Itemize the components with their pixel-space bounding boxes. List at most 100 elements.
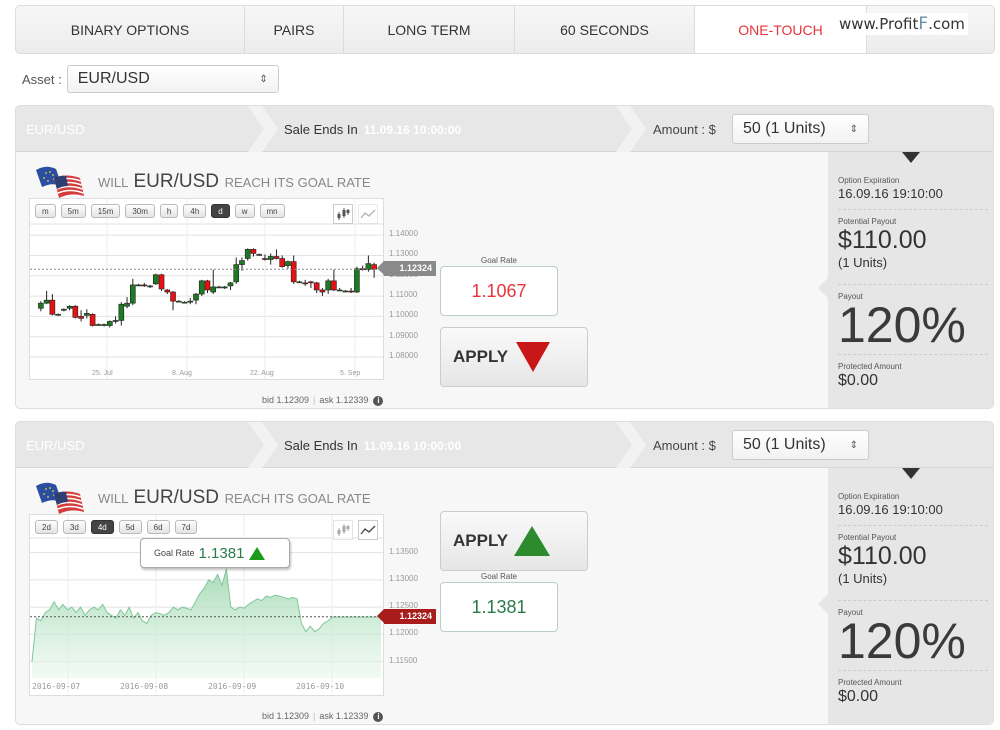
- title-text: WILL EUR/USD REACH ITS GOAL RATE: [98, 487, 371, 509]
- protected-amount-label: Protected Amount: [838, 362, 902, 371]
- ask-value: ask 1.12339: [319, 395, 369, 405]
- timeframe-6d[interactable]: 6d: [146, 520, 170, 534]
- candle-body: [107, 321, 113, 326]
- timeframe-w[interactable]: w: [234, 204, 255, 218]
- chevron-right-icon: [616, 422, 646, 468]
- x-tick-label: 8. Aug: [172, 370, 192, 377]
- chart-area[interactable]: 2016-09-07 2016-09-08 2016-09-09 2016-09-10…: [29, 514, 384, 696]
- candle-body: [279, 258, 285, 267]
- amount-select-value: 50 (1 Units): [743, 120, 826, 137]
- select-arrows-icon: ⇕: [259, 73, 268, 85]
- candle-body: [267, 256, 274, 260]
- y-tick-label: 1.13500: [389, 546, 418, 556]
- x-tick-label: 25. Jul: [92, 370, 113, 377]
- arrow-up-icon: [249, 546, 266, 560]
- goal-rate-label: Goal Rate: [480, 572, 518, 581]
- ask-value: ask 1.12339: [319, 711, 369, 721]
- sale-ends-time: 11.09.16 10:00:00: [363, 123, 462, 137]
- chart-area[interactable]: 25. Jul 8. Aug 22. Aug 5. Sep m 5m 15m 30m h 4h d…: [29, 198, 384, 380]
- bid-value: bid 1.12309: [262, 711, 310, 721]
- asset-select-value: EUR/USD: [77, 70, 150, 87]
- title-will: WILL: [98, 175, 128, 190]
- candle-body: [216, 286, 222, 289]
- potential-payout-value: $110.00: [838, 542, 927, 570]
- sale-ends-label: Sale Ends In: [284, 438, 358, 453]
- y-tick-label: 1.11000: [389, 290, 418, 300]
- candle-body: [38, 302, 44, 309]
- option-panel: EUR/USD Sale Ends In 11.09.16 10:00:00 Am…: [15, 421, 994, 725]
- line-chart-icon: [360, 209, 376, 219]
- title-pair: EUR/USD: [133, 171, 219, 192]
- timeframe-5d[interactable]: 5d: [118, 520, 142, 534]
- candle-body: [302, 282, 308, 285]
- timeframe-h[interactable]: h: [159, 204, 179, 218]
- y-tick-label: 1.10000: [389, 310, 418, 320]
- candle-body: [227, 282, 234, 287]
- timeframe-4d[interactable]: 4d: [90, 520, 114, 534]
- candle-body: [273, 256, 280, 259]
- candle-body: [135, 284, 142, 287]
- candle-body: [89, 314, 96, 326]
- payout-percent: 120%: [838, 297, 966, 353]
- tab-long-term[interactable]: LONG TERM: [344, 6, 515, 53]
- line-type-button[interactable]: [358, 520, 378, 540]
- arrow-down-icon: [516, 342, 551, 372]
- timeframe-mn[interactable]: mn: [259, 204, 285, 218]
- timeframe-30m[interactable]: 30m: [125, 204, 155, 218]
- info-icon[interactable]: i: [373, 712, 384, 722]
- title-rest: REACH ITS GOAL RATE: [224, 175, 371, 190]
- tab-pairs[interactable]: PAIRS: [245, 6, 344, 53]
- timeframe-7d[interactable]: 7d: [174, 520, 198, 534]
- chevron-right-icon: [248, 106, 278, 152]
- amount-select[interactable]: 50 (1 Units) ⇕: [732, 430, 869, 460]
- potential-payout-value: $110.00: [838, 226, 927, 254]
- watermark-f: F: [918, 14, 929, 34]
- expiration-label: Option Expiration: [838, 176, 900, 185]
- tab-binary-options[interactable]: BINARY OPTIONS: [16, 6, 245, 53]
- apply-button[interactable]: APPLY: [440, 327, 588, 387]
- line-type-button[interactable]: [358, 204, 378, 224]
- title-rest: REACH ITS GOAL RATE: [224, 491, 371, 506]
- timeframe-3d[interactable]: 3d: [62, 520, 86, 534]
- protected-amount-label: Protected Amount: [838, 678, 902, 687]
- apply-label: APPLY: [453, 347, 509, 366]
- timeframe-15m[interactable]: 15m: [90, 204, 121, 218]
- candle-body: [147, 285, 153, 288]
- goal-popup-value: 1.1381: [198, 544, 245, 562]
- notch-pointer: [818, 594, 828, 614]
- amount-select[interactable]: 50 (1 Units) ⇕: [732, 114, 869, 144]
- candle-body: [61, 308, 67, 311]
- payout-percent: 120%: [838, 613, 966, 669]
- candlestick-type-button[interactable]: [333, 204, 353, 224]
- bid-ask: bid 1.12309 | ask 1.12339 i: [262, 395, 384, 406]
- y-axis: 1.13500 1.13000 1.12500 1.12000 1.11500: [389, 514, 439, 699]
- candle-body: [141, 284, 148, 287]
- apply-button[interactable]: APPLY: [440, 511, 588, 571]
- candle-body: [124, 302, 130, 307]
- candle-body: [164, 289, 171, 293]
- info-icon[interactable]: i: [373, 396, 384, 406]
- candlestick-icon: [337, 208, 350, 220]
- header-asset: EUR/USD: [26, 438, 85, 453]
- candlestick-type-button[interactable]: [333, 520, 353, 540]
- x-tick-label: 2016-09-10: [296, 682, 344, 691]
- candle-body: [158, 274, 165, 290]
- timeframe-buttons: m 5m 15m 30m h 4h d w mn: [35, 204, 285, 218]
- panel-header: EUR/USD Sale Ends In 11.09.16 10:00:00 Am…: [16, 422, 993, 468]
- units-value: (1 Units): [838, 255, 888, 270]
- timeframe-d[interactable]: d: [211, 204, 230, 218]
- timeframe-5m[interactable]: 5m: [60, 204, 86, 218]
- candle-body: [152, 274, 159, 285]
- asset-select[interactable]: EUR/USD ⇕: [66, 65, 279, 93]
- timeframe-4h[interactable]: 4h: [183, 204, 207, 218]
- chevron-right-icon: [616, 106, 646, 152]
- eur-usd-flag-icon: [36, 166, 84, 198]
- tab-60-seconds[interactable]: 60 SECONDS: [515, 6, 695, 53]
- goal-rate-box: 1.1067: [440, 266, 558, 316]
- candle-body: [78, 316, 84, 319]
- select-arrows-icon: ⇕: [849, 123, 858, 135]
- timeframe-2d[interactable]: 2d: [35, 520, 58, 534]
- candle-body: [331, 280, 337, 291]
- candle-body: [285, 261, 291, 266]
- timeframe-m[interactable]: m: [35, 204, 56, 218]
